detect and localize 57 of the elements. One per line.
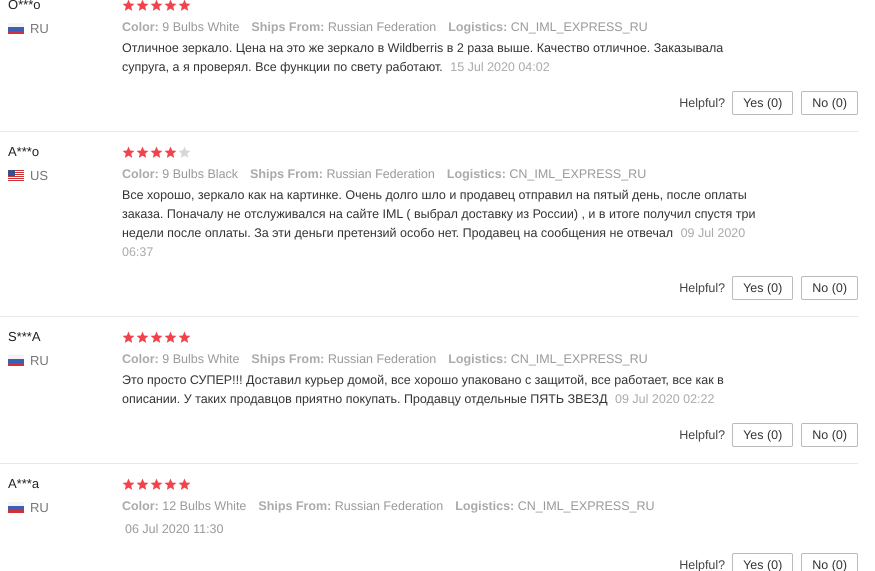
star-icon [178, 0, 191, 12]
no-button[interactable]: No (0) [801, 423, 858, 447]
logistics-info: Logistics: CN_IML_EXPRESS_RU [446, 166, 646, 183]
review-text: Это просто СУПЕР!!! Доставил курьер домой, все хорошо упаковано с защитой, все работает, все как в описании. У таких продавцов приятно покупать. Продавцу отдельные ПЯТЬ ЗВЕЗД 09 Jul 2020 02:22 [122, 372, 725, 408]
no-button[interactable]: No (0) [801, 276, 858, 300]
helpful-label: Helpful? [679, 428, 726, 442]
yes-button[interactable]: Yes (0) [732, 276, 794, 300]
color-info: Color: 9 Bulbs White [122, 351, 240, 368]
star-icon [150, 146, 163, 158]
reviewer-name: O***o [8, 0, 42, 13]
flag-icon [8, 355, 24, 366]
star-icon [136, 478, 149, 490]
star-icon [164, 0, 177, 12]
country-code: RU [30, 353, 49, 368]
country-code: RU [30, 500, 49, 515]
reviewer-name: A***a [8, 476, 40, 492]
ships-from-info: Ships From: Russian Federation [250, 166, 435, 183]
star-icon [122, 330, 135, 344]
star-icon [164, 330, 177, 344]
review-text: Все хорошо, зеркало как на картинке. Очень долго шло и продавец отправил на пятый день, после оплаты заказа. Поначалу не отслуживался на сайте IML ( выбрал доставку из России) , и в итоге получил спустя три недели после оплаты. За эти деньги претензий особо нет. Продавец на сообщения не отвечал 09 Jul 2020 06:37 [122, 187, 756, 261]
logistics-info: Logistics: CN_IML_EXPRESS_RU [448, 19, 648, 36]
flag-icon [8, 23, 24, 34]
star-icon [150, 478, 163, 490]
star-icon [150, 330, 163, 344]
star-icon [178, 330, 191, 344]
reviewer-name: S***A [8, 329, 42, 345]
helpful-label: Helpful? [679, 96, 726, 110]
color-info: Color: 12 Bulbs White [122, 498, 246, 515]
star-icon [178, 478, 191, 490]
logistics-info: Logistics: CN_IML_EXPRESS_RU [448, 351, 648, 368]
star-icon [136, 330, 149, 344]
reviewer-name: A***o [8, 144, 40, 160]
color-info: Color: 9 Bulbs White [122, 19, 240, 36]
star-icon [122, 146, 135, 158]
review-date: 06 Jul 2020 11:30 [125, 521, 224, 538]
no-button[interactable]: No (0) [801, 91, 858, 115]
country-code: RU [30, 21, 49, 36]
flag-icon [8, 170, 24, 181]
country-code: US [30, 168, 48, 183]
star-icon [178, 146, 191, 158]
logistics-info: Logistics: CN_IML_EXPRESS_RU [455, 498, 655, 515]
star-icon [136, 146, 149, 158]
ships-from-info: Ships From: Russian Federation [251, 19, 436, 36]
star-icon [164, 478, 177, 490]
yes-button[interactable]: Yes (0) [732, 423, 794, 447]
ships-from-info: Ships From: Russian Federation [251, 351, 436, 368]
yes-button[interactable]: Yes (0) [732, 91, 794, 115]
star-icon [122, 478, 135, 490]
star-icon [150, 0, 163, 12]
star-icon [122, 0, 135, 12]
star-icon [136, 0, 149, 12]
helpful-label: Helpful? [679, 281, 726, 295]
ships-from-info: Ships From: Russian Federation [258, 498, 444, 515]
color-info: Color: 9 Bulbs Black [122, 166, 238, 183]
star-icon [164, 146, 177, 158]
flag-icon [8, 502, 24, 513]
review-text: Отличное зеркало. Цена на это же зеркало в Wildberris в 2 раза выше. Качество отличное. Заказывала супруга, а я проверял. Все функции по свету работают. 15 Jul 2020 04:02 [122, 40, 724, 76]
